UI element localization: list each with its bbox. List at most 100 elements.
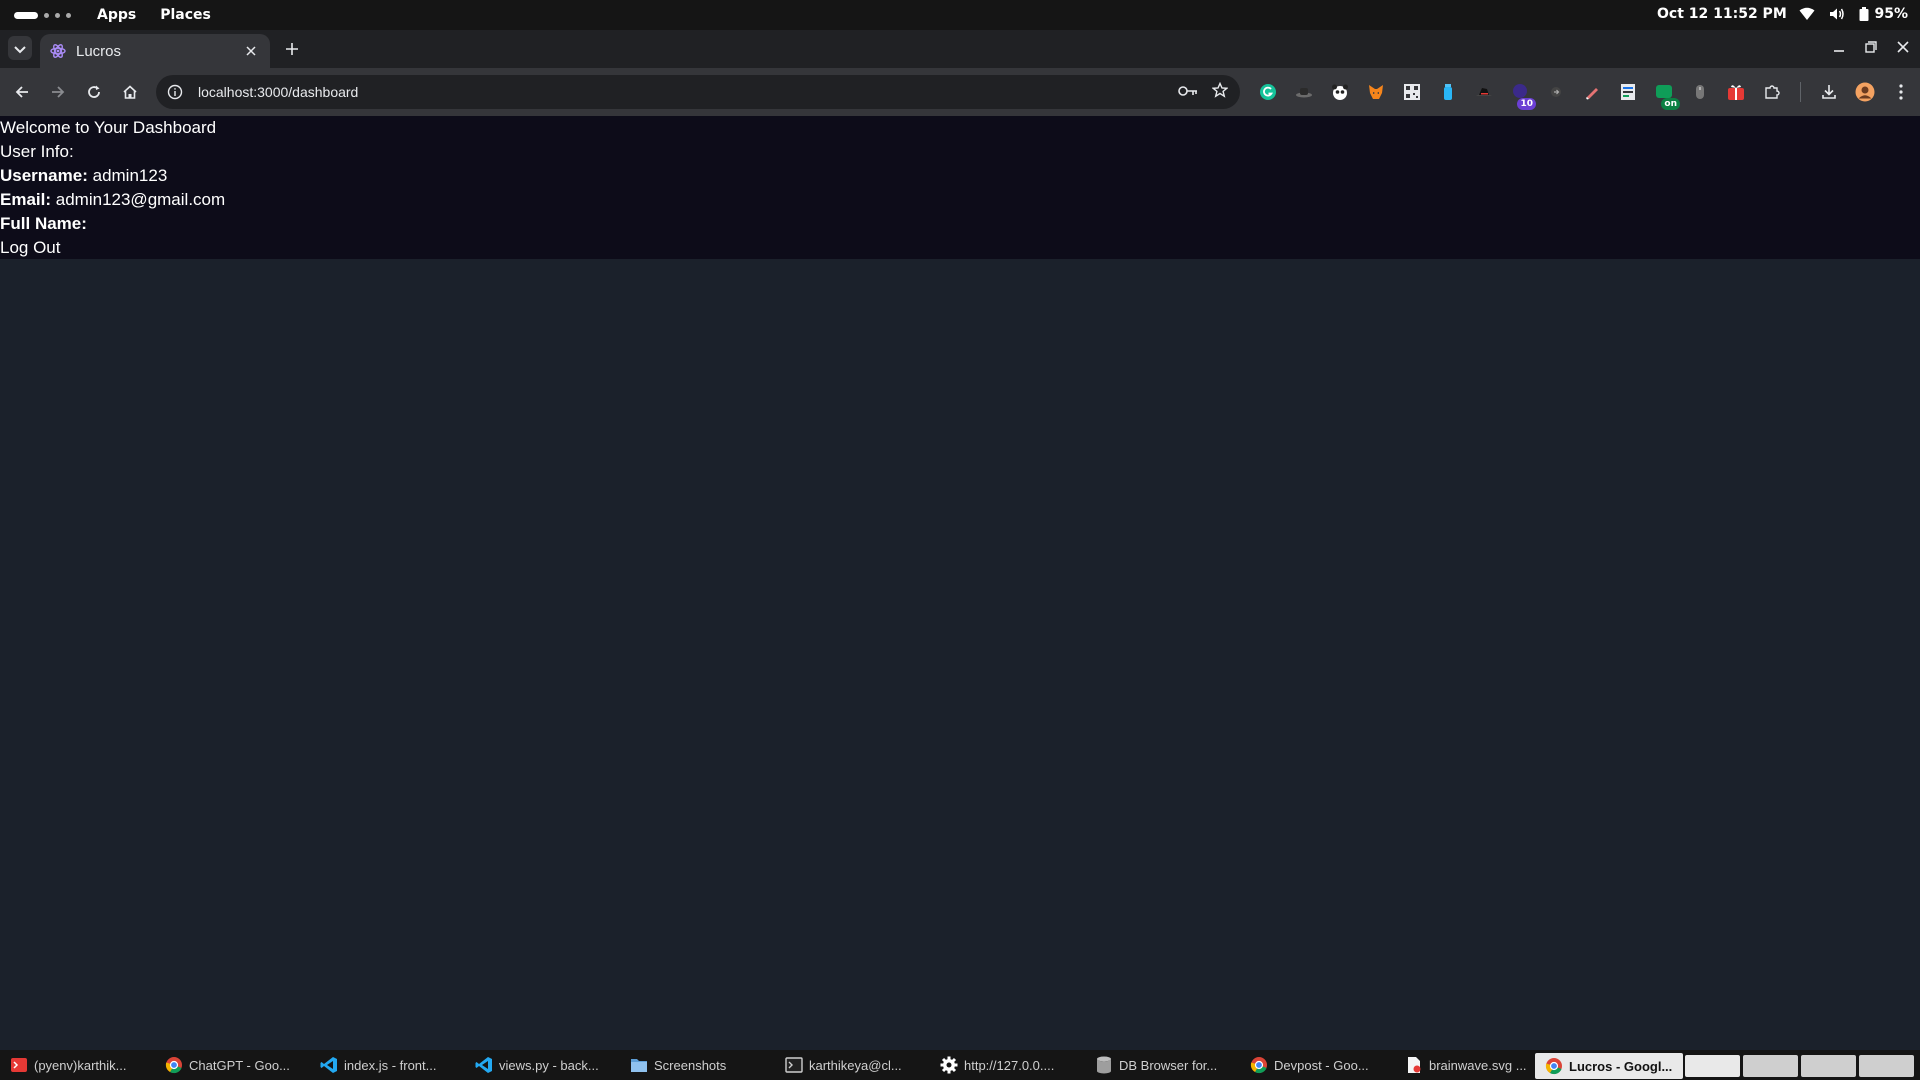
system-top-bar: Apps Places Oct 12 11:52 PM 95% [0,0,1920,30]
taskbar-item[interactable]: ChatGPT - Goo... [155,1050,310,1080]
database-icon [1095,1056,1113,1074]
url-text[interactable]: localhost:3000/dashboard [198,84,1178,100]
taskbar-item[interactable]: (pyenv)karthik... [0,1050,155,1080]
metamask-fox-icon[interactable] [1364,80,1388,104]
terminal-red-icon [10,1056,28,1074]
sheet-extension-icon[interactable] [1616,80,1640,104]
logout-button[interactable]: Log Out [0,236,1920,260]
taskbar-item[interactable]: http://127.0.0.... [930,1050,1085,1080]
mouse-extension-icon[interactable] [1688,80,1712,104]
browser-toolbar: localhost:3000/dashboard 10 on [0,68,1920,116]
taskbar-item[interactable]: views.py - back... [465,1050,620,1080]
badge-on-extension-icon[interactable]: on [1652,80,1680,110]
dashboard-heading: Welcome to Your Dashboard [0,118,217,137]
plus-icon [285,41,299,60]
chrome-icon [1545,1057,1563,1075]
browser-tab-strip: Lucros [0,30,1920,68]
panda-extension-icon[interactable] [1328,80,1352,104]
workspace-dot [66,12,71,18]
arrow-extension-icon[interactable] [1544,80,1568,104]
taskbar-item-label: karthikeya@cl... [809,1057,902,1073]
reload-icon[interactable] [82,80,106,104]
tab-title: Lucros [76,42,122,60]
gear-icon [940,1056,958,1074]
taskbar-item[interactable]: brainwave.svg ... [1395,1050,1535,1080]
tab-lucros[interactable]: Lucros [40,34,270,68]
volume-icon [1829,6,1845,22]
grammarly-extension-icon[interactable] [1256,80,1280,104]
fullname-row: Full Name: [0,212,1920,236]
taskbar-item-label: Screenshots [654,1057,727,1073]
workspace-3[interactable] [1801,1055,1856,1077]
minimize-icon[interactable] [1832,40,1846,54]
taskbar-item[interactable]: DB Browser for... [1085,1050,1240,1080]
tab-search-button[interactable] [8,36,32,60]
fullname-label: Full Name: [0,214,87,233]
taskbar-item-active[interactable]: Lucros - Googl... [1535,1053,1683,1079]
taskbar-item[interactable]: karthikeya@cl... [775,1050,930,1080]
restore-icon[interactable] [1864,40,1878,54]
wifi-icon [1799,6,1815,22]
battery-status: 95% [1859,6,1908,22]
taskbar-item[interactable]: Screenshots [620,1050,775,1080]
terminal-icon [785,1056,803,1074]
username-label: Username: [0,166,88,185]
workspace-4[interactable] [1859,1055,1914,1077]
taskbar-item-label: DB Browser for... [1119,1057,1218,1073]
home-icon[interactable] [118,80,142,104]
chrome-icon [165,1056,183,1074]
clock[interactable]: Oct 12 11:52 PM [1657,6,1787,22]
extensions-bar: 10 on [1256,80,1913,110]
workspace-dot-active [14,11,38,19]
taskbar-item-label: brainwave.svg ... [1429,1057,1527,1073]
dashboard-page: Welcome to Your Dashboard User Info: Use… [0,116,1920,259]
close-icon[interactable] [242,42,260,60]
taskbar-item-label: ChatGPT - Goo... [189,1057,290,1073]
profile-avatar-icon[interactable] [1853,80,1877,104]
taskbar-item[interactable]: index.js - front... [310,1050,465,1080]
file-icon [1405,1056,1423,1074]
folder-icon [630,1056,648,1074]
taskbar-item[interactable]: Devpost - Goo... [1240,1050,1395,1080]
more-menu-icon[interactable] [1889,80,1913,104]
taskbar-item-label: (pyenv)karthik... [34,1057,127,1073]
workspace-indicator[interactable] [14,11,71,19]
pen-extension-icon[interactable] [1580,80,1604,104]
places-menu[interactable]: Places [160,7,211,23]
back-icon[interactable] [10,80,34,104]
download-icon[interactable] [1817,80,1841,104]
chevron-down-icon [14,39,26,58]
qr-code-extension-icon[interactable] [1400,80,1424,104]
puzzle-extensions-icon[interactable] [1760,80,1784,104]
user-info-label: User Info: [0,142,74,161]
bottle-extension-icon[interactable] [1436,80,1460,104]
atom-icon [50,43,66,59]
battery-icon [1859,6,1869,22]
toolbar-divider [1800,82,1801,102]
workspace-2[interactable] [1743,1055,1798,1077]
taskbar-item-label: http://127.0.0.... [964,1057,1055,1073]
extension-badge: 10 [1517,98,1536,110]
email-value: admin123@gmail.com [55,190,226,209]
hat-alt-extension-icon[interactable] [1472,80,1496,104]
gift-extension-icon[interactable] [1724,80,1748,104]
extension-badge: on [1661,98,1680,110]
email-row: Email: admin123@gmail.com [0,188,1920,212]
workspace-dot [55,12,60,18]
forward-icon[interactable] [46,80,70,104]
password-key-icon[interactable] [1178,83,1198,102]
badge-ten-extension-icon[interactable]: 10 [1508,80,1536,110]
address-bar[interactable]: localhost:3000/dashboard [156,75,1240,109]
hat-extension-icon[interactable] [1292,80,1316,104]
site-info-icon[interactable] [166,83,184,101]
chrome-icon [1250,1056,1268,1074]
bookmark-star-icon[interactable] [1211,81,1229,102]
apps-menu[interactable]: Apps [97,7,136,23]
new-tab-button[interactable] [280,38,304,62]
workspace-1[interactable] [1685,1055,1740,1077]
taskbar-item-label: index.js - front... [344,1057,437,1073]
vscode-icon [320,1056,338,1074]
system-tray[interactable]: 95% [1799,6,1908,22]
window-close-icon[interactable] [1896,40,1910,54]
vscode-icon [475,1056,493,1074]
